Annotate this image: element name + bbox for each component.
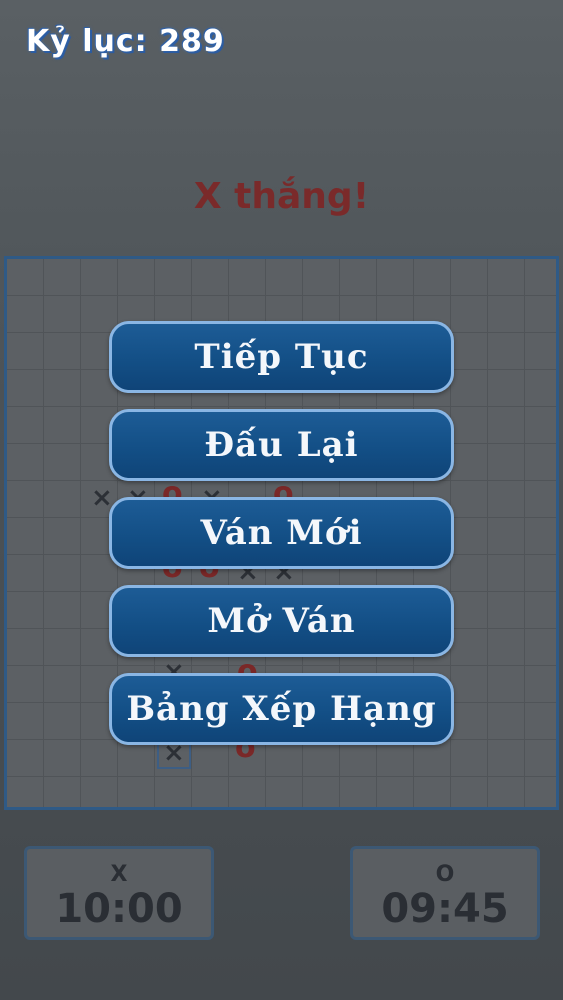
- x-mark: ×: [91, 483, 113, 513]
- open-game-button[interactable]: Mở Ván: [109, 585, 454, 657]
- player-o-timer: O 09:45: [350, 846, 540, 940]
- continue-button[interactable]: Tiếp Tục: [109, 321, 454, 393]
- new-game-button[interactable]: Ván Mới: [109, 497, 454, 569]
- player-o-symbol: O: [435, 862, 455, 887]
- record-score: Kỷ lục: 289: [26, 24, 225, 59]
- player-o-time: 09:45: [381, 886, 509, 932]
- player-x-timer: X 10:00: [24, 846, 214, 940]
- player-x-symbol: X: [110, 862, 128, 887]
- game-result-text: X thắng!: [193, 176, 370, 217]
- leaderboard-button[interactable]: Bảng Xếp Hạng: [109, 673, 454, 745]
- rematch-button[interactable]: Đấu Lại: [109, 409, 454, 481]
- player-x-time: 10:00: [55, 886, 183, 932]
